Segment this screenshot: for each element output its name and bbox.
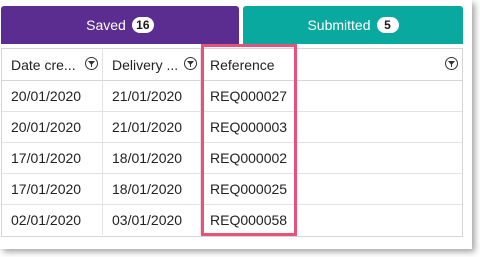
table-row[interactable]: 17/01/2020 18/01/2020 REQ000002: [2, 143, 462, 174]
column-header-reference[interactable]: Reference: [201, 49, 462, 80]
date-created-cell: 20/01/2020: [2, 112, 103, 142]
date-created-cell: 02/01/2020: [2, 205, 103, 235]
table-row[interactable]: 02/01/2020 03/01/2020 REQ000058: [2, 205, 462, 236]
delivery-cell: 21/01/2020: [103, 81, 201, 111]
column-header-label: Delivery ...: [112, 56, 179, 73]
reference-cell: REQ000002: [210, 150, 288, 166]
column-header-label: Reference: [210, 56, 275, 73]
tab-submitted-label: Submitted: [307, 17, 371, 33]
filter-icon[interactable]: [445, 57, 458, 70]
column-header-label: Date cre...: [11, 56, 76, 73]
column-header-date-created[interactable]: Date cre...: [2, 49, 103, 80]
table-row[interactable]: 20/01/2020 21/01/2020 REQ000003: [2, 112, 462, 143]
requisitions-panel: Saved 16 Submitted 5 Date cre... Deliver…: [0, 0, 472, 249]
requisitions-table: Date cre... Delivery ... Reference 20/01…: [1, 48, 463, 237]
table-header: Date cre... Delivery ... Reference: [2, 48, 462, 81]
reference-cell: REQ000003: [210, 119, 288, 135]
tab-saved-label: Saved: [86, 17, 126, 33]
delivery-cell: 21/01/2020: [103, 112, 201, 142]
tab-saved[interactable]: Saved 16: [1, 6, 239, 44]
column-header-delivery[interactable]: Delivery ...: [103, 49, 201, 80]
tab-bar: Saved 16 Submitted 5: [0, 6, 463, 44]
tab-submitted-count-badge: 5: [376, 17, 399, 33]
table-row[interactable]: 17/01/2020 18/01/2020 REQ000025: [2, 174, 462, 205]
date-created-cell: 20/01/2020: [2, 81, 103, 111]
reference-cell: REQ000058: [210, 212, 288, 228]
filter-icon[interactable]: [85, 57, 98, 70]
delivery-cell: 18/01/2020: [103, 143, 201, 173]
reference-cell: REQ000025: [210, 181, 288, 197]
tab-saved-count-badge: 16: [131, 17, 154, 33]
table-row[interactable]: 20/01/2020 21/01/2020 REQ000027: [2, 81, 462, 112]
delivery-cell: 18/01/2020: [103, 174, 201, 204]
reference-cell: REQ000027: [210, 88, 288, 104]
date-created-cell: 17/01/2020: [2, 143, 103, 173]
delivery-cell: 03/01/2020: [103, 205, 201, 235]
filter-icon[interactable]: [184, 57, 197, 70]
date-created-cell: 17/01/2020: [2, 174, 103, 204]
tab-submitted[interactable]: Submitted 5: [243, 6, 463, 44]
